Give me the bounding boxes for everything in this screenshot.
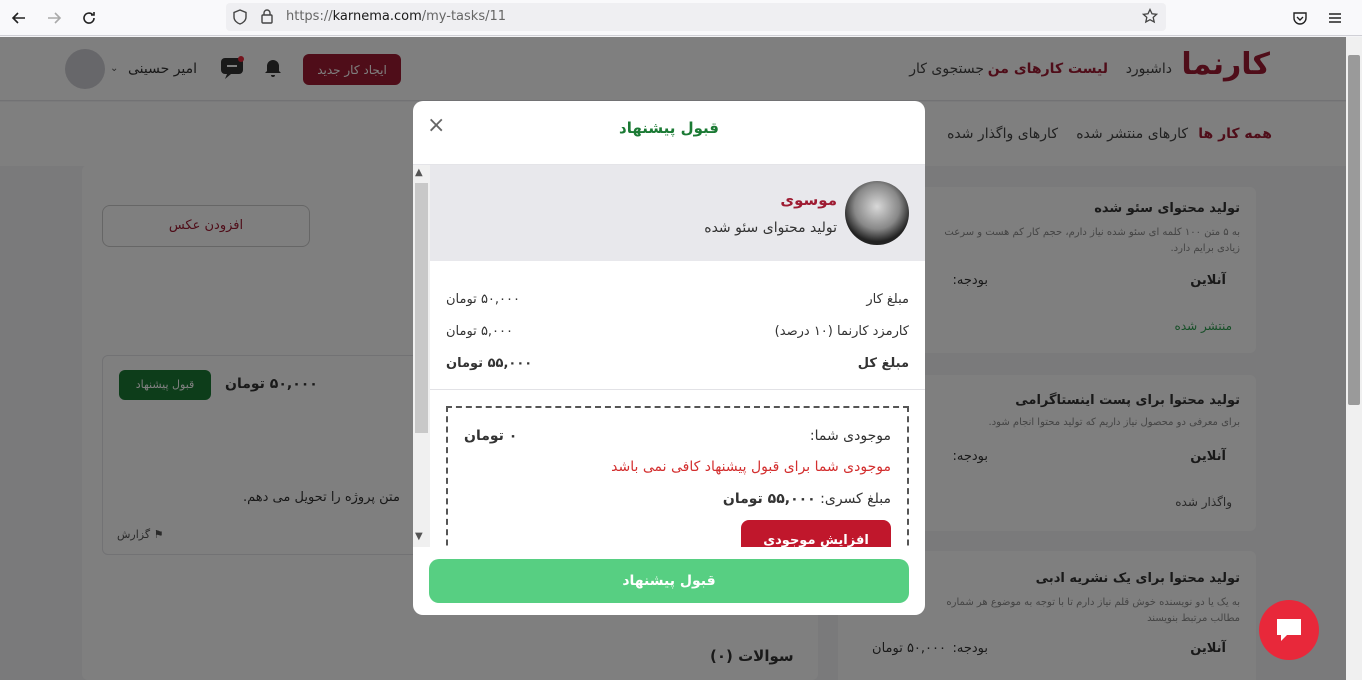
url-prefix: https://	[286, 9, 333, 24]
price-value: ۵۰,۰۰۰ تومان	[446, 292, 520, 307]
url-host: karnema.com	[332, 9, 422, 24]
modal-scrollbar[interactable]: ▲ ▼	[413, 165, 430, 547]
url-path: /my-tasks/11	[421, 9, 507, 24]
profile-header: موسوی تولید محتوای سئو شده	[430, 165, 925, 261]
url-text[interactable]: https://karnema.com/my-tasks/11	[286, 9, 506, 24]
shield-icon[interactable]	[232, 9, 248, 29]
fee-label: کارمزد کارنما (۱۰ درصد)	[774, 324, 909, 339]
balance-label: موجودی شما:	[809, 428, 891, 444]
chat-widget-button[interactable]	[1259, 600, 1319, 660]
price-label: مبلغ کار	[866, 292, 909, 307]
profile-task: تولید محتوای سئو شده	[704, 220, 837, 236]
address-bar[interactable]: https://karnema.com/my-tasks/11	[226, 3, 1166, 31]
bookmark-star-icon[interactable]	[1141, 7, 1159, 28]
scroll-up-icon[interactable]: ▲	[415, 167, 423, 178]
fee-value: ۵,۰۰۰ تومان	[446, 324, 513, 339]
balance-value: ۰ تومان	[464, 428, 518, 444]
accept-offer-button[interactable]: قبول پیشنهاد	[429, 559, 909, 603]
accept-offer-modal: قبول پیشنهاد × ▲ ▼ موسوی تولید محتوای سئ…	[413, 101, 925, 615]
page-scrollbar-thumb[interactable]	[1348, 55, 1360, 405]
deficit-value: ۵۵,۰۰۰ تومان	[722, 491, 816, 507]
insufficient-balance-message: موجودی شما برای قبول پیشنهاد کافی نمی با…	[611, 459, 891, 475]
back-icon[interactable]	[2, 0, 36, 36]
chat-icon	[1277, 619, 1301, 641]
close-icon[interactable]: ×	[427, 113, 445, 138]
avatar	[845, 181, 909, 245]
modal-title: قبول پیشنهاد	[619, 119, 719, 137]
deficit-row: مبلغ کسری: ۵۵,۰۰۰ تومان	[723, 491, 891, 507]
total-label: مبلغ کل	[857, 356, 909, 371]
pocket-icon[interactable]	[1283, 0, 1317, 36]
browser-toolbar: https://karnema.com/my-tasks/11	[0, 0, 1362, 36]
modal-scrollbar-thumb[interactable]	[415, 183, 428, 433]
reload-icon[interactable]	[72, 0, 106, 36]
lock-icon[interactable]	[260, 8, 274, 28]
deficit-label: مبلغ کسری:	[820, 491, 891, 507]
page-scrollbar[interactable]	[1346, 37, 1362, 680]
profile-name[interactable]: موسوی	[780, 191, 837, 209]
menu-icon[interactable]	[1318, 0, 1352, 36]
total-value: ۵۵,۰۰۰ تومان	[446, 356, 533, 371]
modal-body: ▲ ▼ موسوی تولید محتوای سئو شده مبلغ کار …	[413, 165, 925, 547]
forward-icon[interactable]	[37, 0, 71, 36]
divider	[430, 389, 925, 390]
increase-balance-button[interactable]: افزایش موجودی	[741, 520, 891, 547]
scroll-down-icon[interactable]: ▼	[415, 531, 423, 542]
